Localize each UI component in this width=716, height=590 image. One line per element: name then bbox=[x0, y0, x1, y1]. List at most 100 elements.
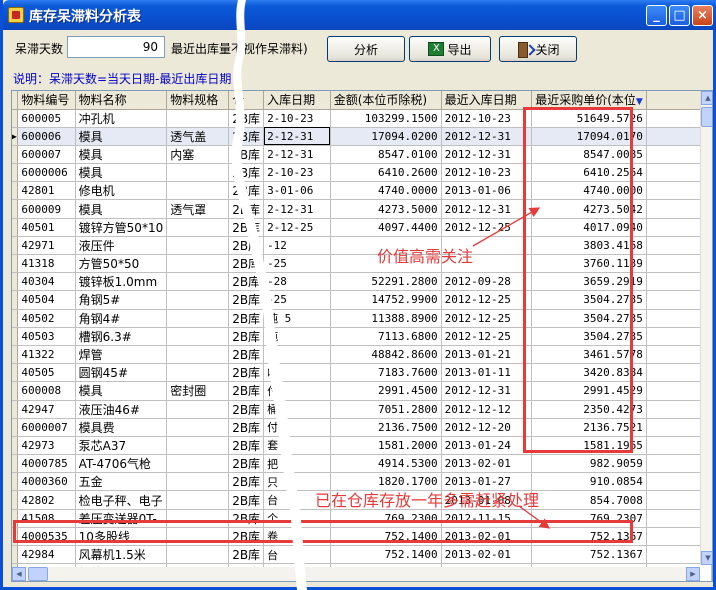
table-cell[interactable]: 4000535 bbox=[17, 527, 76, 547]
table-cell[interactable] bbox=[166, 327, 230, 346]
table-row[interactable]: 42971 液压件 2B库 -12 3803.4168 bbox=[12, 236, 712, 256]
table-cell[interactable]: 752.1367 bbox=[531, 527, 647, 547]
table-cell[interactable]: 6000006 bbox=[17, 163, 76, 183]
table-cell[interactable]: 7113.6800 bbox=[330, 327, 442, 346]
table-cell[interactable]: 2013-01-24 bbox=[441, 436, 533, 456]
table-cell[interactable]: 2B库 bbox=[228, 254, 265, 274]
table-cell[interactable]: 769.2307 bbox=[531, 509, 647, 528]
table-cell[interactable]: 1581.2000 bbox=[330, 436, 442, 456]
table-cell[interactable]: 2013-02-01 bbox=[441, 454, 533, 474]
table-cell[interactable]: 液压油46# bbox=[75, 400, 168, 419]
col-header-in-date[interactable]: 入库日期 bbox=[263, 91, 331, 110]
table-cell[interactable]: 11388.8900 bbox=[330, 309, 442, 328]
table-cell[interactable]: 2B库 bbox=[228, 400, 265, 419]
table-cell[interactable]: 吨 bbox=[263, 345, 331, 365]
table-cell[interactable]: 3504.2735 bbox=[531, 327, 647, 346]
table-cell[interactable]: 个 bbox=[263, 509, 331, 528]
table-cell[interactable]: 2136.7500 bbox=[330, 418, 442, 437]
col-header-amount[interactable]: 金额(本位币除税) bbox=[330, 91, 442, 110]
table-cell[interactable]: 4914.5300 bbox=[330, 454, 442, 474]
table-cell[interactable] bbox=[166, 309, 230, 328]
vertical-scrollbar[interactable]: ▲ ▼ bbox=[700, 91, 712, 565]
table-cell[interactable]: 方管50*50 bbox=[75, 254, 168, 274]
table-cell[interactable]: 2B库 bbox=[228, 490, 265, 510]
table-cell[interactable]: 42802 bbox=[17, 490, 76, 510]
table-cell[interactable]: 镀锌方管50*10 bbox=[75, 218, 168, 237]
table-cell[interactable] bbox=[166, 254, 230, 274]
analyze-button[interactable]: 分析 bbox=[327, 36, 405, 62]
table-cell[interactable]: 7051.2800 bbox=[330, 400, 442, 419]
table-cell[interactable]: 4000785 bbox=[17, 454, 76, 474]
table-cell[interactable]: 2B库 bbox=[228, 363, 265, 383]
table-cell[interactable]: 14752.9900 bbox=[330, 290, 442, 310]
table-row[interactable]: 42801 修电机 2B库 3-01-06 4740.0000 2013-01-06 474… bbox=[12, 181, 712, 201]
table-row[interactable]: 4000535 10多股线 2B库卷 752.1400 2013-02-01 752.13… bbox=[12, 527, 712, 547]
table-cell[interactable]: 2012-12-31 bbox=[441, 145, 533, 165]
table-row[interactable]: 41508 差压变送器0T- 2B库个 769.2300 2012-11-15 769.2… bbox=[12, 509, 712, 528]
table-cell[interactable]: 4097.4400 bbox=[330, 218, 442, 237]
table-cell[interactable]: -25 bbox=[263, 290, 331, 310]
table-cell[interactable]: 2013-01-06 bbox=[441, 181, 533, 201]
table-cell[interactable]: 修电机 bbox=[75, 181, 168, 201]
col-header-spec[interactable]: 物料规格 bbox=[166, 91, 230, 110]
table-cell[interactable]: 4740.0000 bbox=[330, 181, 442, 201]
table-cell[interactable]: 4000360 bbox=[17, 472, 76, 492]
table-cell[interactable]: 2B库 bbox=[228, 218, 265, 237]
table-cell[interactable]: 2B库 bbox=[228, 472, 265, 492]
table-cell[interactable]: 2012-12-25 bbox=[441, 327, 533, 346]
vertical-scroll-thumb[interactable] bbox=[701, 107, 712, 127]
table-cell[interactable]: 模具 bbox=[75, 163, 168, 183]
table-cell[interactable]: 卷 bbox=[263, 527, 331, 547]
table-cell[interactable]: 3461.5778 bbox=[531, 345, 647, 365]
table-cell[interactable] bbox=[166, 345, 230, 365]
table-cell[interactable]: 差压变送器0T- bbox=[75, 509, 168, 528]
table-cell[interactable] bbox=[166, 218, 230, 237]
scroll-right-icon[interactable]: ▶ bbox=[686, 567, 700, 581]
table-cell[interactable]: 3760.1139 bbox=[531, 254, 647, 274]
table-row[interactable]: 600007 模具 内塞 2B库 2-12-31 8547.0100 2012-12-31 8… bbox=[12, 145, 712, 165]
table-cell[interactable]: 2-10-23 bbox=[263, 109, 331, 128]
table-row[interactable]: 40505 圆钢45# 2B库吨 7183.7600 2013-01-11 3420.83… bbox=[12, 363, 712, 383]
table-cell[interactable]: 7183.7600 bbox=[330, 363, 442, 383]
table-cell[interactable]: 2013-01-11 bbox=[441, 363, 533, 383]
table-cell[interactable] bbox=[166, 490, 230, 510]
table-cell[interactable]: 752.1367 bbox=[531, 545, 647, 565]
table-cell[interactable]: 910.0854 bbox=[531, 472, 647, 492]
table-cell[interactable]: 模具 bbox=[75, 199, 168, 219]
table-cell[interactable]: 41508 bbox=[17, 509, 76, 528]
table-cell[interactable]: 2012-10-23 bbox=[441, 163, 533, 183]
table-cell[interactable]: AT-4706气枪 bbox=[75, 454, 168, 474]
maximize-button[interactable]: □ bbox=[669, 5, 690, 26]
table-row[interactable]: 40503 槽钢6.3# 2B库吨 7113.6800 2012-12-25 3504.2… bbox=[12, 327, 712, 346]
table-cell[interactable]: 2B库 bbox=[228, 181, 265, 201]
table-cell[interactable]: 600008 bbox=[17, 381, 76, 401]
table-cell[interactable]: 透气罩 bbox=[166, 199, 230, 219]
table-cell[interactable]: 模具 bbox=[75, 381, 168, 401]
table-cell[interactable]: 吨 bbox=[263, 363, 331, 383]
table-cell[interactable] bbox=[166, 181, 230, 201]
title-bar[interactable]: 库存呆滞料分析表 _ □ × bbox=[3, 0, 716, 30]
table-row[interactable]: 6000007 模具费 2B库付 2136.7500 2012-12-20 2136.75… bbox=[12, 418, 712, 437]
table-cell[interactable]: 4273.5000 bbox=[330, 199, 442, 219]
scroll-left-icon[interactable]: ◀ bbox=[12, 567, 26, 581]
export-button[interactable]: X 导出 bbox=[409, 36, 491, 62]
table-cell[interactable]: 2B库 bbox=[228, 418, 265, 437]
table-cell[interactable]: 1581.1965 bbox=[531, 436, 647, 456]
table-row[interactable]: 41318 方管50*50 2B库 -25 3760.1139 bbox=[12, 254, 712, 274]
table-row[interactable]: 41322 焊管 2B库吨 48842.8600 2013-01-21 3461.5778 bbox=[12, 345, 712, 365]
table-cell[interactable]: 2B库 bbox=[228, 309, 265, 328]
table-cell[interactable]: 2012-12-20 bbox=[441, 418, 533, 437]
table-cell[interactable]: 2B库 bbox=[228, 109, 265, 128]
table-cell[interactable] bbox=[166, 236, 230, 256]
table-cell[interactable] bbox=[166, 436, 230, 456]
scroll-up-icon[interactable]: ▲ bbox=[701, 91, 712, 105]
table-cell[interactable]: 角钢5# bbox=[75, 290, 168, 310]
table-cell[interactable]: 把 bbox=[263, 454, 331, 474]
table-cell[interactable]: 17094.0170 bbox=[531, 127, 647, 146]
table-cell[interactable]: 2B库 bbox=[228, 145, 265, 165]
table-cell[interactable]: 40504 bbox=[17, 290, 76, 310]
table-row[interactable]: 42973 泵芯A37 2B库套 1581.2000 2013-01-24 1581.19… bbox=[12, 436, 712, 456]
table-cell[interactable]: 6410.2600 bbox=[330, 163, 442, 183]
table-cell[interactable]: 982.9059 bbox=[531, 454, 647, 474]
table-cell[interactable]: 2B库 bbox=[228, 163, 265, 183]
